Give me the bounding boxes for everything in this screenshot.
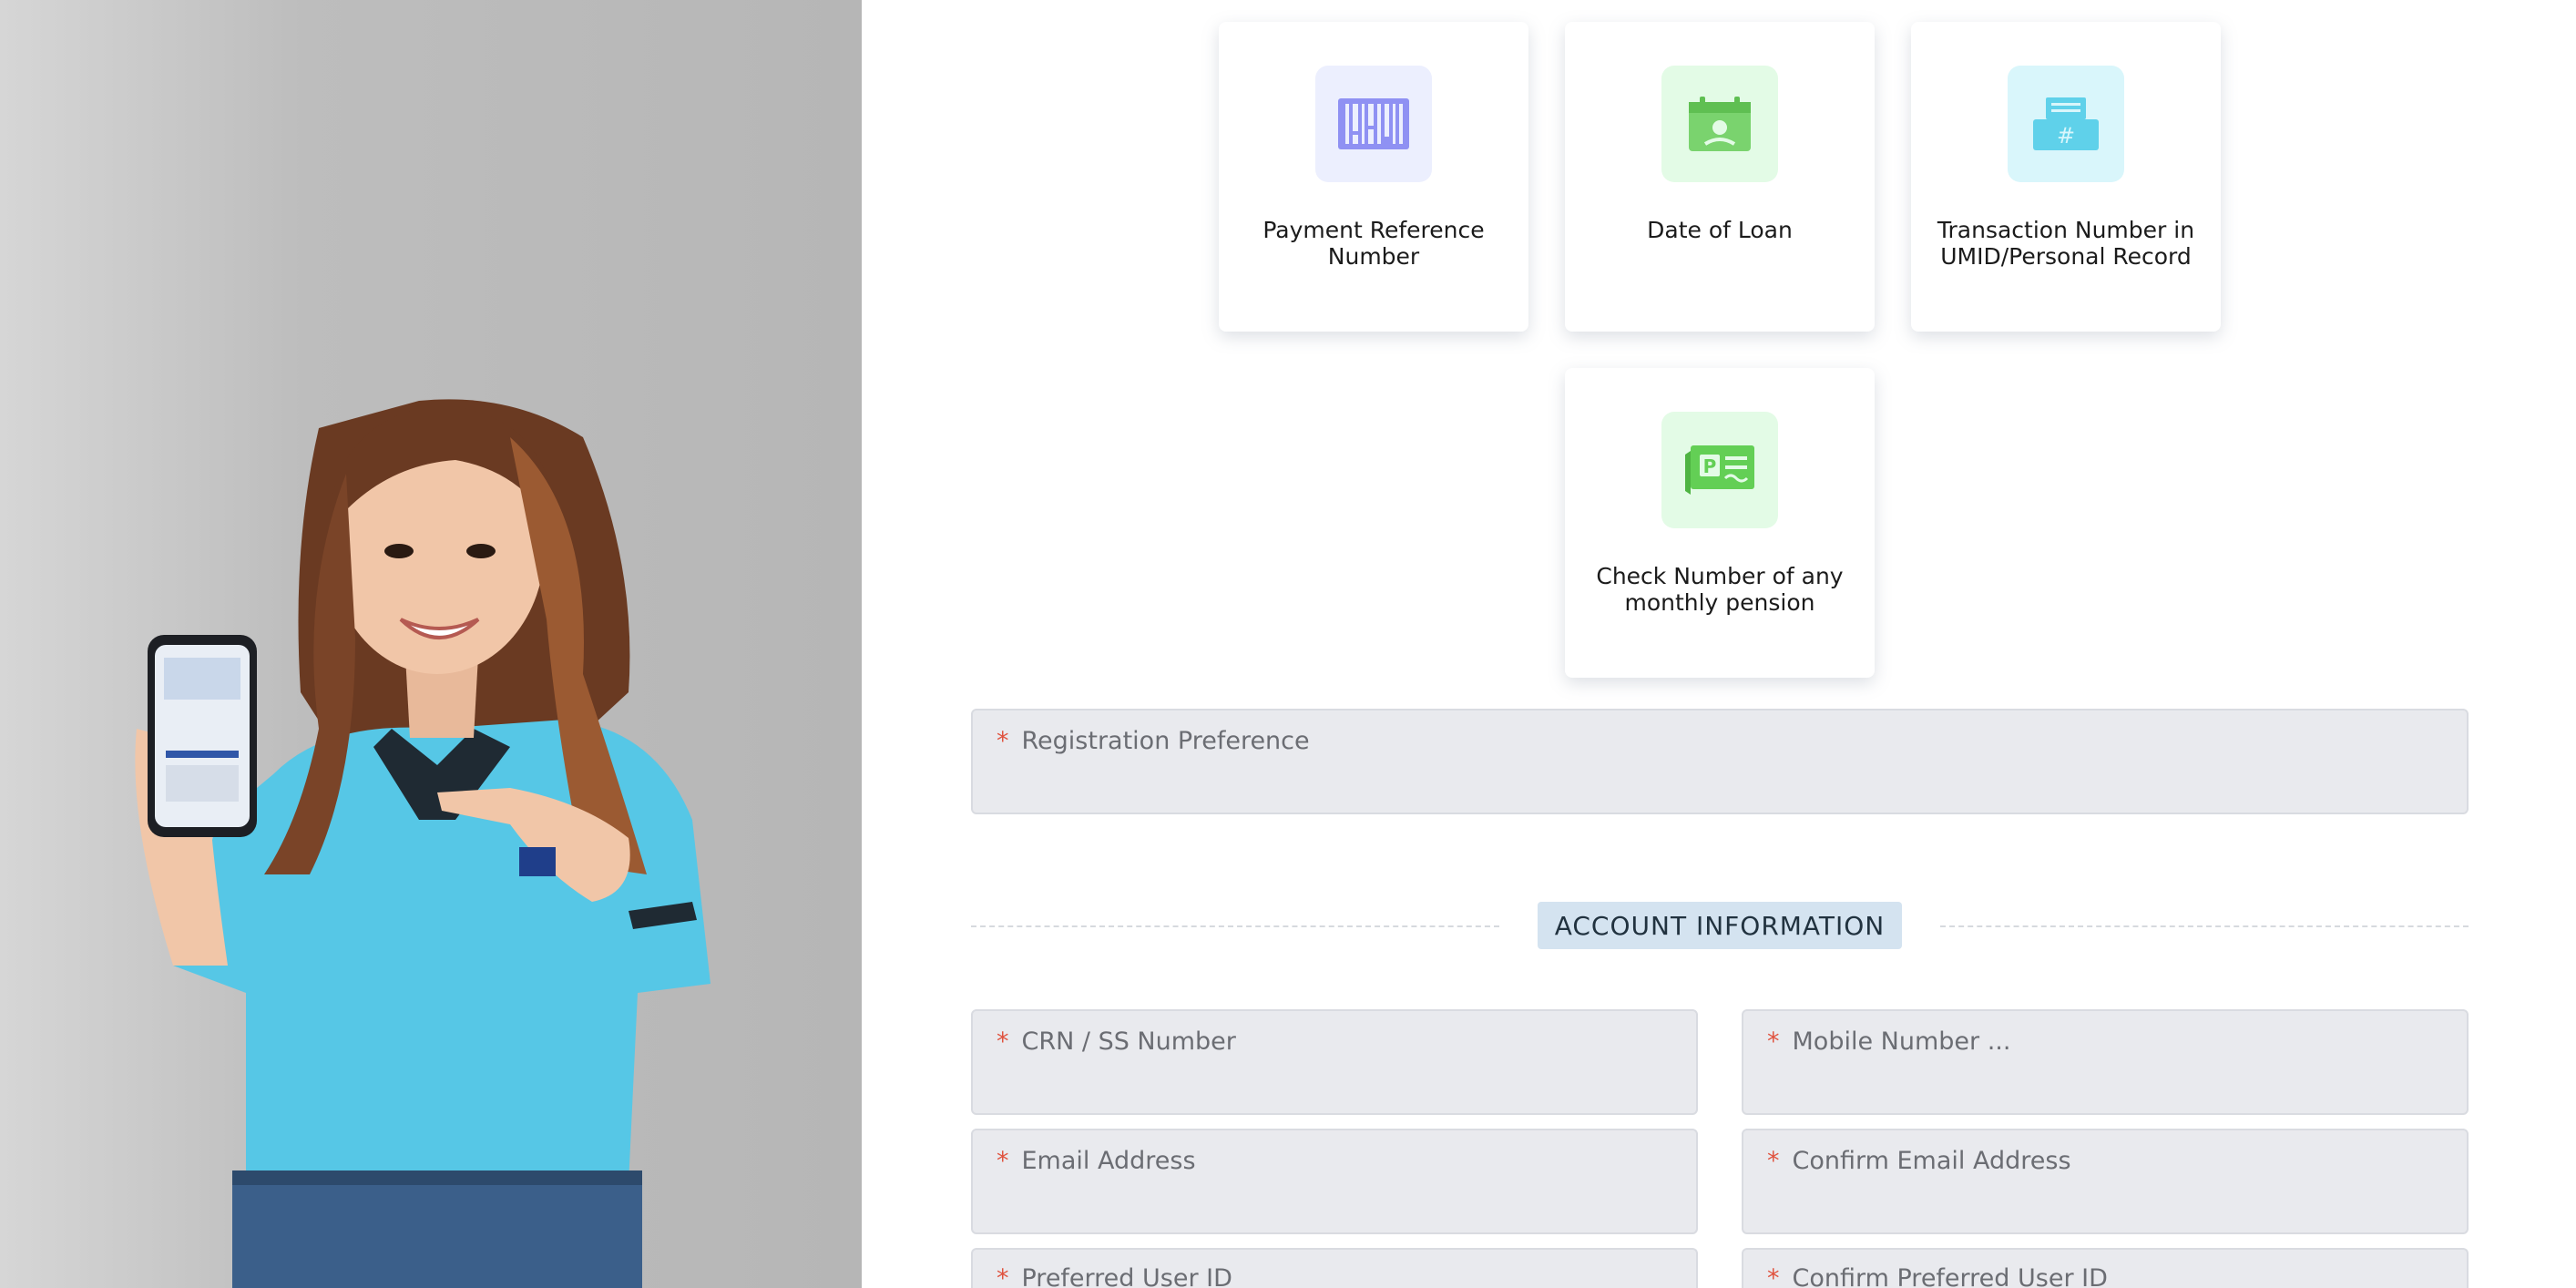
mobile-number-field[interactable]: * Mobile Number ...: [1742, 1009, 2469, 1115]
option-label: Payment Reference Number: [1262, 217, 1485, 270]
confirm-email-label: Confirm Email Address: [1792, 1147, 2071, 1175]
hero-person-illustration: [135, 399, 710, 1288]
calendar-loan-icon: [1661, 66, 1778, 182]
crn-label: CRN / SS Number: [1021, 1027, 1236, 1056]
option-card-transaction-number[interactable]: # Transaction Number in UMID/Personal Re…: [1911, 22, 2221, 332]
confirm-user-id-label: Confirm Preferred User ID: [1792, 1264, 2108, 1288]
field-label: * CRN / SS Number: [997, 1027, 1236, 1056]
user-id-field[interactable]: * Preferred User ID: [971, 1248, 1698, 1288]
option-card-payment-reference[interactable]: Payment Reference Number: [1219, 22, 1528, 332]
mobile-number-label: Mobile Number ...: [1792, 1027, 2011, 1056]
field-label: * Mobile Number ...: [1767, 1027, 2010, 1056]
required-marker: *: [1767, 1147, 1780, 1175]
hero-panel: [0, 0, 862, 1288]
registration-form: Payment Reference Number Date of Loan #: [862, 0, 2576, 1288]
field-label: * Preferred User ID: [997, 1264, 1232, 1288]
field-label: * Confirm Email Address: [1767, 1147, 2071, 1175]
umid-card-icon: #: [2008, 66, 2124, 182]
barcode-icon: [1315, 66, 1432, 182]
required-marker: *: [997, 1027, 1009, 1056]
required-marker: *: [997, 1264, 1009, 1288]
section-divider-right: [1940, 925, 2469, 927]
option-label: Date of Loan: [1647, 217, 1793, 243]
field-label: * Registration Preference: [997, 727, 1310, 755]
svg-text:#: #: [2057, 123, 2075, 148]
confirm-user-id-field[interactable]: * Confirm Preferred User ID: [1742, 1248, 2469, 1288]
pension-check-icon: P: [1661, 412, 1778, 528]
user-id-label: Preferred User ID: [1021, 1264, 1232, 1288]
option-card-date-of-loan[interactable]: Date of Loan: [1565, 22, 1875, 332]
confirm-email-field[interactable]: * Confirm Email Address: [1742, 1129, 2469, 1234]
svg-text:P: P: [1703, 455, 1717, 477]
email-field[interactable]: * Email Address: [971, 1129, 1698, 1234]
option-label: Transaction Number in UMID/Personal Reco…: [1937, 217, 2195, 270]
field-label: * Email Address: [997, 1147, 1196, 1175]
required-marker: *: [997, 1147, 1009, 1175]
option-label: Check Number of any monthly pension: [1596, 563, 1844, 616]
crn-field[interactable]: * CRN / SS Number: [971, 1009, 1698, 1115]
field-label: * Confirm Preferred User ID: [1767, 1264, 2108, 1288]
required-marker: *: [997, 727, 1009, 755]
registration-preference-field[interactable]: * Registration Preference: [971, 709, 2469, 814]
option-card-check-number[interactable]: P Check Number of any monthly pension: [1565, 368, 1875, 678]
required-marker: *: [1767, 1264, 1780, 1288]
account-information-heading: ACCOUNT INFORMATION: [1538, 902, 1902, 949]
email-label: Email Address: [1021, 1147, 1196, 1175]
section-divider-left: [971, 925, 1499, 927]
required-marker: *: [1767, 1027, 1780, 1056]
registration-preference-label: Registration Preference: [1021, 727, 1310, 755]
